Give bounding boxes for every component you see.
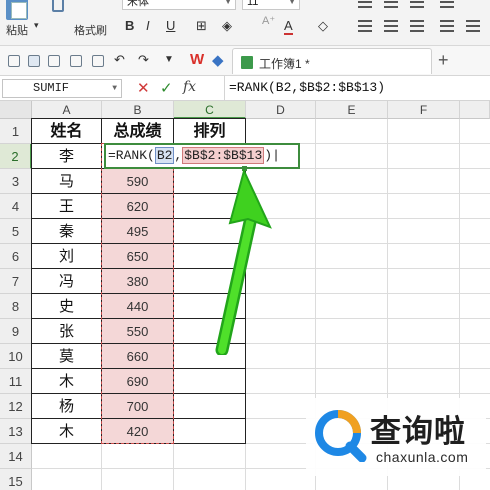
paste-icon[interactable] [6,0,28,20]
align-middle-icon[interactable] [384,0,398,8]
font-name-select[interactable]: 宋体 ▼ [122,0,236,10]
column-header-a[interactable]: A [32,101,102,119]
tab-workbook1[interactable]: 工作簿1 * [232,48,432,74]
redo-icon[interactable]: ↷ [138,52,149,68]
paste-button[interactable]: 粘贴 [6,22,28,38]
column-header-e[interactable]: E [316,101,388,119]
row-header-8[interactable]: 8 [0,294,32,319]
font-size-select[interactable]: 11 ▼ [242,0,300,10]
cell-formula-editor[interactable]: =RANK(B2, $B$2:$B$13)| [106,145,280,167]
distributed-icon[interactable] [466,20,480,32]
cancel-icon[interactable]: ✕ [137,79,150,97]
format-painter-button[interactable]: 格式刷 [74,22,107,38]
font-color-icon[interactable]: A [284,18,293,35]
save-icon[interactable] [28,55,40,67]
formula-ref-range: $B$2:$B$13 [182,147,265,164]
border-icon[interactable]: ⊞ [196,18,207,34]
row-header-4[interactable]: 4 [0,194,32,219]
quick-access-toolbar: ↶ ↷ ▼ W ◆ 工作簿1 * + [0,46,490,76]
column-header-d[interactable]: D [246,101,316,119]
formula-prefix: =RANK( [108,148,155,163]
row-header-9[interactable]: 9 [0,319,32,344]
align-bottom-icon[interactable] [410,0,424,8]
font-name-value: 宋体 [127,0,149,8]
font-size-increase-icon[interactable]: A⁺ [262,14,275,27]
insert-function-button[interactable]: fx [183,79,196,95]
spreadsheet-icon [241,56,253,69]
underline-icon[interactable]: U [166,18,175,33]
clear-format-icon[interactable]: ◇ [318,18,328,34]
cube-icon[interactable]: ◆ [212,51,224,69]
column-header-b[interactable]: B [102,101,174,119]
ribbon-toolbar: 粘贴 ▾ 格式刷 宋体 ▼ 11 ▼ B I U ⊞ ◈ A⁺ A ◇ [0,0,490,46]
align-left-icon[interactable] [358,20,372,32]
enter-icon[interactable]: ✓ [160,79,173,97]
wrap-text-icon[interactable] [440,0,454,8]
format-painter-icon[interactable] [52,0,64,12]
row-header-12[interactable]: 12 [0,394,32,419]
formula-ref-b2: B2 [154,147,175,164]
chevron-down-icon: ▼ [112,84,117,93]
align-center-icon[interactable] [384,20,398,32]
bold-icon[interactable]: B [125,18,134,33]
search-logo-icon [315,410,367,462]
italic-icon[interactable]: I [146,18,150,33]
watermark: 查询啦 chaxunla.com [306,398,486,476]
annotation-arrow [215,168,272,355]
align-right-icon[interactable] [410,20,424,32]
watermark-url: chaxunla.com [376,449,469,465]
new-file-icon[interactable] [8,55,20,67]
formula-suffix: ) [264,148,273,163]
row-header-2[interactable]: 2 [0,144,32,169]
name-box[interactable]: SUMIF ▼ [2,79,122,98]
row-header-14[interactable]: 14 [0,444,32,469]
new-tab-button[interactable]: + [438,50,449,71]
watermark-brand: 查询啦 [370,414,466,450]
row-header-15[interactable]: 15 [0,469,32,490]
row-header-6[interactable]: 6 [0,244,32,269]
tab-label: 工作簿1 * [259,57,310,71]
column-header-c[interactable]: C [174,101,246,119]
row-header-5[interactable]: 5 [0,219,32,244]
wps-logo-icon[interactable]: W [190,51,204,68]
print-icon[interactable] [70,55,82,67]
column-header-f[interactable]: F [388,101,460,119]
text-cursor: | [272,148,280,163]
paste-dropdown-icon[interactable]: ▾ [34,20,39,31]
row-header-7[interactable]: 7 [0,269,32,294]
justify-icon[interactable] [440,20,454,32]
fill-color-icon[interactable]: ◈ [222,18,232,34]
print-preview-icon[interactable] [92,55,104,67]
name-box-value: SUMIF [33,81,70,95]
row-header-3[interactable]: 3 [0,169,32,194]
chevron-down-icon: ▼ [288,0,296,6]
export-icon[interactable] [48,55,60,67]
select-all-corner[interactable] [0,101,32,119]
column-header-g[interactable] [460,101,490,119]
row-header-10[interactable]: 10 [0,344,32,369]
range-reference-box [101,143,174,444]
row-header-13[interactable]: 13 [0,419,32,444]
row-header-11[interactable]: 11 [0,369,32,394]
row-header-1[interactable]: 1 [0,119,32,144]
chevron-down-icon[interactable]: ▼ [164,54,174,65]
font-size-value: 11 [247,0,259,8]
undo-icon[interactable]: ↶ [114,52,125,68]
chevron-down-icon: ▼ [224,0,232,6]
align-top-icon[interactable] [358,0,372,8]
formula-bar: SUMIF ▼ ✕ ✓ fx =RANK(B2,$B$2:$B$13) [0,76,490,101]
formula-input[interactable]: =RANK(B2,$B$2:$B$13) [224,76,490,100]
